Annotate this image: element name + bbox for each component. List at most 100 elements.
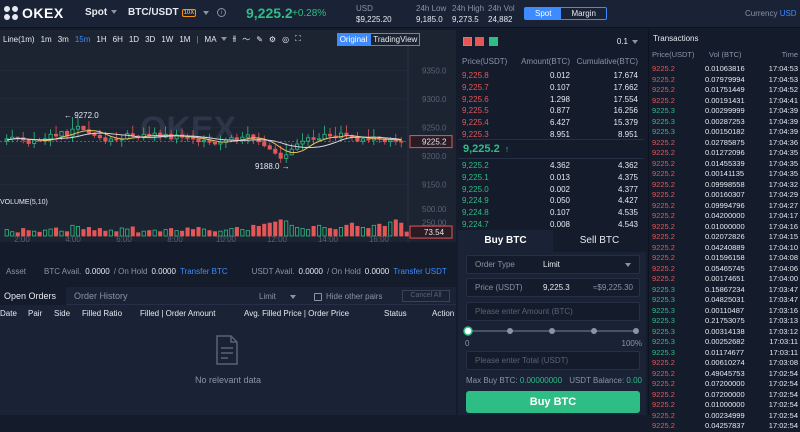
transaction-row: 9225.2 0.07200000 17:02:54	[649, 390, 800, 401]
bid-row[interactable]: 9,224.7 0.008 4.543	[458, 219, 644, 231]
bid-row[interactable]: 9,225.2 4.362 4.362	[458, 160, 644, 172]
trade-time: 17:02:54	[768, 379, 798, 388]
ask-row[interactable]: 9,225.8 0.012 17.674	[458, 70, 644, 82]
amount-input[interactable]: Please enter Amount (BTC)	[466, 302, 640, 321]
trade-price: 9225.3	[652, 305, 675, 315]
row-cumulative: 17.662	[613, 82, 638, 92]
trade-volume: 0.00299999	[705, 106, 745, 115]
transaction-row: 9225.3 0.00110487 17:03:16	[649, 306, 800, 317]
transaction-row: 9225.3 0.00314138 17:03:12	[649, 327, 800, 338]
view-original-button[interactable]: Original	[336, 32, 371, 46]
interval-1M[interactable]: 1M	[179, 35, 190, 44]
trade-volume: 0.02072826	[705, 232, 745, 241]
line-interval[interactable]: Line(1m)	[3, 35, 35, 44]
line-tool-icon[interactable]: 〜	[242, 34, 250, 45]
row-price: 9,225.5	[462, 106, 489, 116]
interval-1m[interactable]: 1m	[41, 35, 52, 44]
volume-bar	[240, 229, 245, 237]
total-input[interactable]: Please enter Total (USDT)	[466, 351, 640, 370]
bid-row[interactable]: 9,225.1 0.013 4.375	[458, 172, 644, 184]
interval-1H[interactable]: 1H	[96, 35, 106, 44]
trade-price: 9225.2	[652, 274, 675, 283]
market-type-dropdown[interactable]: Spot	[85, 7, 118, 18]
camera-icon[interactable]: ◎	[282, 35, 289, 44]
row-price: 9,225.4	[462, 118, 489, 128]
tab-order-history[interactable]: Order History	[74, 287, 128, 305]
transfer-btc-link[interactable]: Transfer BTC	[180, 267, 228, 276]
order-filter-select[interactable]: Limit	[259, 292, 296, 301]
precision-select[interactable]: 0.1	[617, 37, 638, 46]
tab-buy-btc[interactable]: Buy BTC	[458, 230, 553, 252]
mid-price-row: 9,225.2 ↑	[458, 139, 644, 159]
okex-logo[interactable]: OKEX	[4, 4, 64, 22]
interval-1D[interactable]: 1D	[129, 35, 139, 44]
view-bids-icon[interactable]	[489, 37, 498, 46]
ask-row[interactable]: 9,225.4 6.427 15.379	[458, 117, 644, 129]
transaction-row: 9225.2 0.02072826 17:04:15	[649, 232, 800, 243]
volume-bar	[108, 229, 113, 237]
row-cumulative: 4.427	[617, 196, 638, 206]
ask-row[interactable]: 9,225.6 1.298 17.554	[458, 93, 644, 105]
toggle-spot[interactable]: Spot	[525, 8, 562, 19]
ask-row[interactable]: 9,225.5 0.877 16.256	[458, 105, 644, 117]
cancel-all-button[interactable]: Cancel All	[402, 290, 450, 302]
tab-sell-btc[interactable]: Sell BTC	[553, 230, 646, 252]
volume-bar	[344, 224, 349, 237]
buy-btc-button[interactable]: Buy BTC	[466, 391, 640, 413]
hide-pairs-checkbox[interactable]: Hide other pairs	[314, 292, 382, 301]
row-price: 9,225.0	[462, 184, 489, 194]
view-both-icon[interactable]	[463, 37, 472, 46]
trade-time: 17:03:47	[768, 284, 798, 294]
pair-selector[interactable]: BTC/USDT 10X	[128, 7, 210, 18]
row-amount: 6.427	[549, 118, 570, 128]
candle-style-icon[interactable]: ⫵	[233, 34, 237, 44]
view-tradingview-button[interactable]: TradingView	[370, 32, 421, 46]
toggle-margin[interactable]: Margin	[561, 8, 605, 19]
trade-time: 17:04:06	[768, 263, 798, 273]
row-price: 9,225.6	[462, 94, 489, 104]
transfer-usdt-link[interactable]: Transfer USDT	[393, 267, 447, 276]
view-asks-icon[interactable]	[475, 37, 484, 46]
fullscreen-icon[interactable]: ⛶	[295, 34, 301, 44]
column-header: Side	[54, 309, 71, 318]
tab-open-orders[interactable]: Open Orders	[0, 287, 66, 305]
spot-margin-toggle: Spot Margin	[524, 7, 607, 20]
trade-price: 9225.2	[652, 263, 675, 273]
candle	[327, 133, 333, 137]
bid-row[interactable]: 9,224.8 0.107 4.535	[458, 207, 644, 219]
interval-15m[interactable]: 15m	[75, 35, 91, 44]
trade-price: 9225.2	[652, 158, 675, 168]
candle	[97, 135, 102, 139]
bid-row[interactable]: 9,224.9 0.050 4.427	[458, 195, 644, 207]
price-axis-label: 9250.0	[422, 123, 447, 132]
trade-time: 17:03:47	[768, 295, 798, 304]
slider-min-label: 0	[465, 339, 470, 348]
orders-tab-bar	[0, 287, 456, 305]
info-icon[interactable]: i	[217, 8, 226, 17]
trade-volume: 0.04257837	[705, 421, 745, 430]
amount-slider[interactable]	[463, 325, 639, 337]
trade-time: 17:03:11	[769, 347, 798, 357]
bid-row[interactable]: 9,225.0 0.002 4.377	[458, 183, 644, 195]
price-input[interactable]: Price (USDT) 9,225.3 ≈$9,225.30	[466, 278, 640, 297]
trade-time: 17:04:53	[768, 74, 798, 84]
trade-price: 9225.2	[652, 179, 675, 189]
transaction-row: 9225.2 0.01455339 17:04:35	[649, 159, 800, 170]
candle	[48, 133, 53, 140]
interval-6H[interactable]: 6H	[113, 35, 123, 44]
volume-bar	[86, 227, 91, 237]
volume-bar	[136, 232, 141, 237]
current-price-tag: 9225.2	[422, 138, 447, 147]
trade-time: 17:04:10	[768, 242, 798, 252]
pencil-icon[interactable]: ✎	[256, 35, 263, 44]
interval-1W[interactable]: 1W	[161, 35, 173, 44]
transaction-row: 9225.2 0.09994796 17:04:27	[649, 201, 800, 212]
interval-3m[interactable]: 3m	[58, 35, 69, 44]
order-type-select[interactable]: Order Type Limit	[466, 255, 640, 274]
ask-row[interactable]: 9,225.7 0.107 17.662	[458, 82, 644, 94]
currency-selector[interactable]: Currency USD	[745, 9, 797, 18]
settings-icon[interactable]: ⚙	[269, 35, 276, 44]
interval-3D[interactable]: 3D	[145, 35, 155, 44]
indicator-select[interactable]: MA	[205, 35, 227, 44]
price-chart[interactable]: 9350.09300.09250.09200.09150.0OKEX← 9272…	[0, 46, 456, 242]
